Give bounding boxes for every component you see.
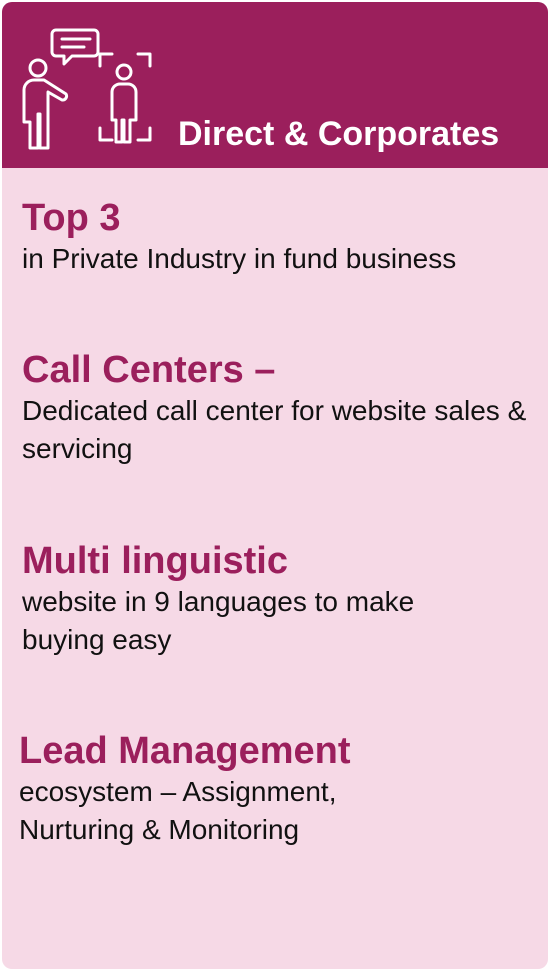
block-text: ecosystem – Assignment, Nurturing & Moni… bbox=[19, 776, 337, 845]
block-text: Dedicated call center for website sales … bbox=[22, 395, 527, 464]
card-title: Direct & Corporates bbox=[178, 115, 500, 153]
block-title: Call Centers – bbox=[22, 349, 276, 391]
card-header: Direct & Corporates bbox=[2, 2, 548, 168]
stat-block-call-centers: Call Centers – Dedicated call center for… bbox=[22, 348, 532, 468]
stat-block-lead-management: Lead Management ecosystem – Assignment, … bbox=[19, 729, 529, 849]
block-text: in Private Industry in fund business bbox=[22, 243, 457, 274]
block-title: Top 3 bbox=[22, 197, 121, 239]
block-title: Lead Management bbox=[19, 730, 351, 772]
presenter-audience-icon bbox=[22, 28, 152, 150]
block-text: website in 9 languages to make buying ea… bbox=[22, 586, 415, 655]
stat-block-multi-linguistic: Multi linguistic website in 9 languages … bbox=[22, 539, 532, 659]
info-card: Direct & Corporates Top 3 in Private Ind… bbox=[2, 2, 548, 969]
stat-block-top3: Top 3 in Private Industry in fund busine… bbox=[22, 196, 532, 278]
block-title: Multi linguistic bbox=[22, 540, 288, 582]
